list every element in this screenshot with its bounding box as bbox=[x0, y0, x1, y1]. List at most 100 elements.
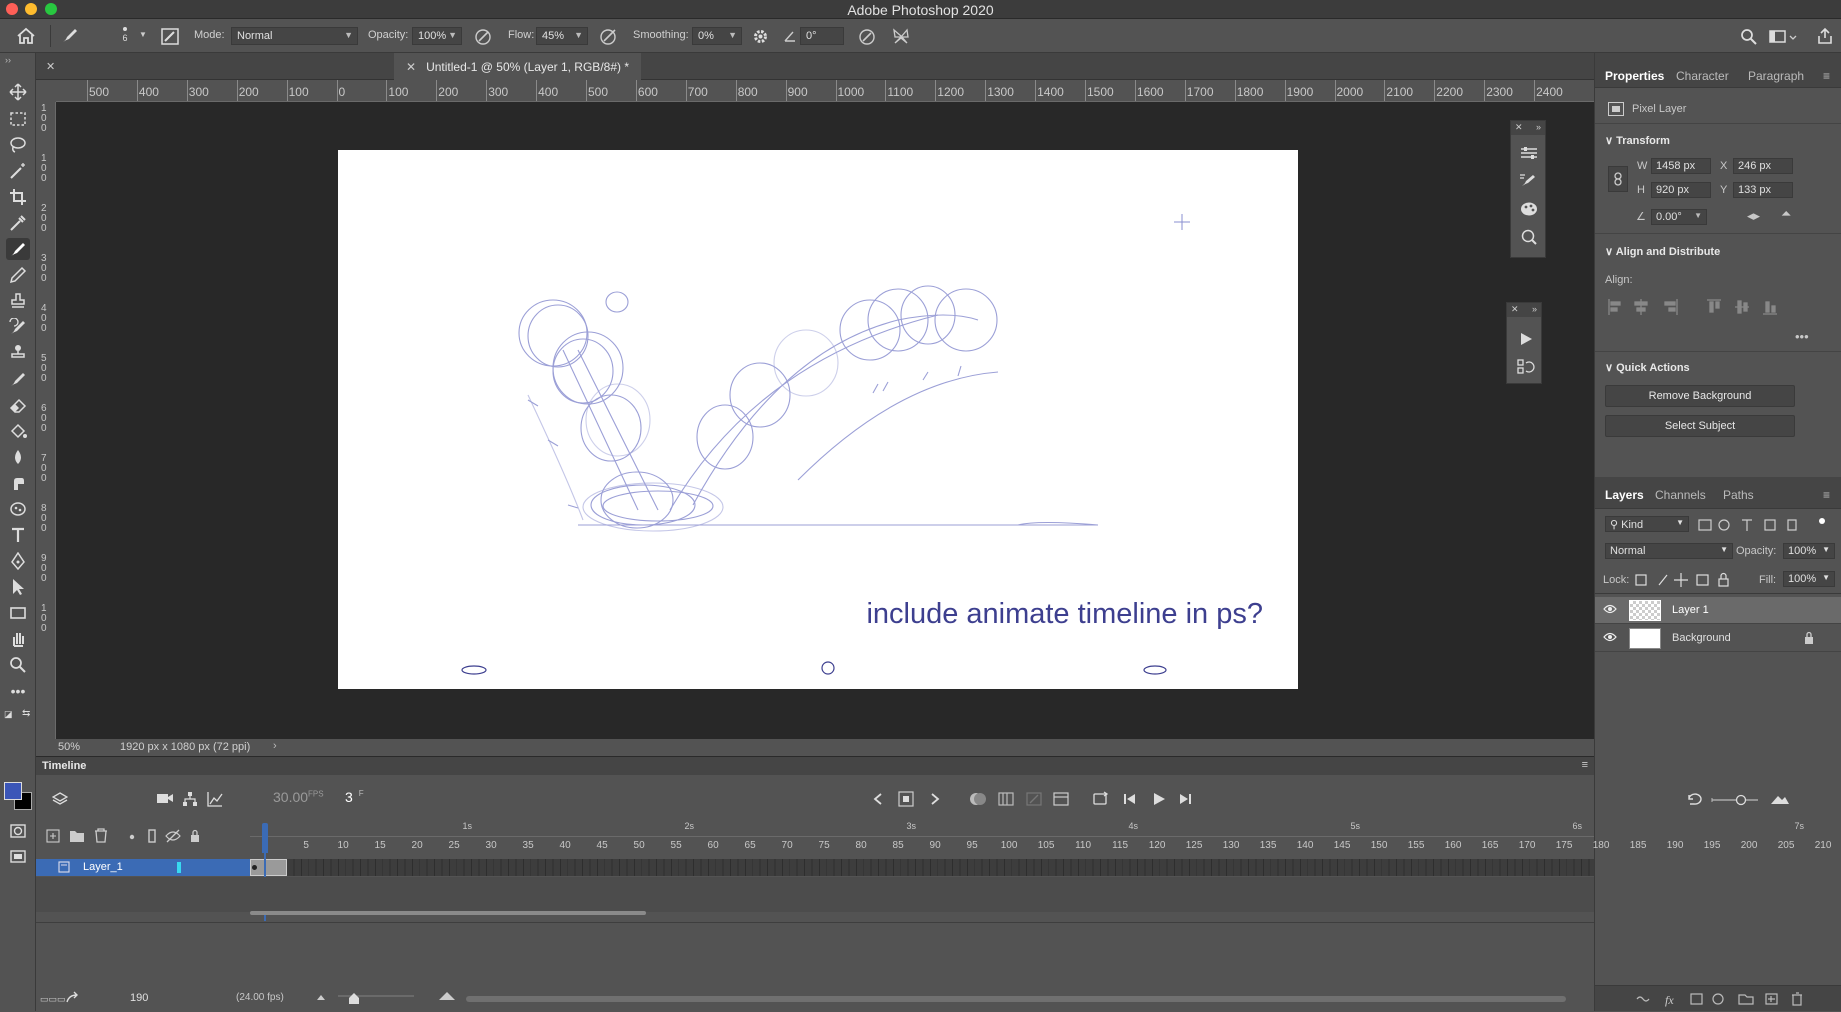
close-document-icon[interactable]: ✕ bbox=[406, 60, 416, 74]
history-icon[interactable] bbox=[1517, 359, 1535, 375]
new-layer-icon[interactable] bbox=[46, 829, 60, 843]
trash-icon[interactable] bbox=[94, 828, 108, 843]
fill-input[interactable]: 100% ▼ bbox=[1783, 571, 1835, 587]
y-input[interactable]: 133 px bbox=[1733, 182, 1793, 198]
type-tool-icon[interactable] bbox=[6, 524, 30, 546]
expand-panel-icon[interactable]: » bbox=[1532, 304, 1537, 314]
eraser-tool-icon[interactable] bbox=[6, 394, 30, 416]
layer-parenting-icon[interactable] bbox=[182, 791, 198, 807]
width-input[interactable]: 1458 px bbox=[1651, 158, 1711, 174]
more-tools-icon[interactable]: ••• bbox=[6, 680, 30, 702]
navigator-icon[interactable] bbox=[1519, 229, 1539, 245]
brush-tool-preset-icon[interactable] bbox=[60, 27, 80, 45]
layer-filter-kind-select[interactable]: ⚲ Kind ▼ bbox=[1605, 516, 1689, 532]
workspace-switcher-icon[interactable] bbox=[1769, 28, 1797, 45]
undo-icon[interactable] bbox=[1686, 792, 1702, 806]
document-canvas[interactable]: include animate timeline in ps? bbox=[338, 150, 1298, 689]
eyedropper-tool-icon[interactable] bbox=[6, 212, 30, 234]
layer-row-background[interactable]: Background bbox=[1595, 625, 1841, 652]
tab-paragraph[interactable]: Paragraph bbox=[1748, 69, 1804, 83]
canvas-area[interactable]: include animate timeline in ps? bbox=[56, 102, 1594, 739]
panel-menu-icon[interactable]: ≡ bbox=[1582, 759, 1588, 771]
smudge-tool-icon[interactable] bbox=[6, 472, 30, 494]
step-back-icon[interactable] bbox=[1123, 792, 1137, 806]
blend-mode-select[interactable]: Normal ▼ bbox=[1605, 543, 1733, 559]
stamp-tool-icon[interactable] bbox=[6, 342, 30, 364]
quick-actions-header[interactable]: ∨ Quick Actions bbox=[1605, 361, 1690, 374]
home-icon[interactable] bbox=[16, 27, 36, 45]
sponge-tool-icon[interactable] bbox=[6, 498, 30, 520]
rectangle-tool-icon[interactable] bbox=[6, 602, 30, 624]
onion-skin-multiple-icon[interactable] bbox=[998, 791, 1014, 807]
document-info[interactable]: 1920 px x 1080 px (72 ppi) bbox=[120, 741, 250, 753]
zoom-tool-icon[interactable] bbox=[6, 654, 30, 676]
x-input[interactable]: 246 px bbox=[1733, 158, 1793, 174]
smoothing-settings-gear-icon[interactable] bbox=[752, 28, 769, 45]
zoom-level[interactable]: 50% bbox=[58, 741, 80, 753]
zoom-in-icon[interactable] bbox=[438, 991, 456, 1001]
prev-keyframe-icon[interactable] bbox=[872, 792, 884, 806]
flow-input[interactable]: 45% ▼ bbox=[536, 27, 588, 45]
onion-skin-icon[interactable] bbox=[969, 791, 987, 807]
document-tab[interactable]: ✕ Untitled-1 @ 50% (Layer 1, RGB/8#) * bbox=[394, 53, 641, 80]
step-forward-icon[interactable] bbox=[1178, 792, 1192, 806]
close-panel-icon[interactable]: ✕ bbox=[46, 60, 55, 73]
brush-angle-input[interactable]: 0° bbox=[800, 27, 844, 45]
panel-menu-icon[interactable]: ≡ bbox=[1823, 488, 1830, 502]
select-subject-button[interactable]: Select Subject bbox=[1605, 415, 1795, 437]
zoom-out-icon[interactable] bbox=[316, 993, 326, 1001]
opacity-input[interactable]: 100% ▼ bbox=[412, 27, 462, 45]
lock-icon[interactable] bbox=[189, 829, 201, 843]
color-palette-icon[interactable] bbox=[1519, 201, 1539, 217]
brush-size-preview[interactable]: 6 bbox=[118, 25, 132, 43]
layer-name[interactable]: Layer 1 bbox=[1672, 604, 1709, 616]
timeline-layer-name[interactable]: Layer_1 bbox=[83, 861, 123, 873]
vertical-ruler[interactable]: 1 0 0 1 0 0 2 0 0 3 0 0 4 0 0 5 0 0 6 0 0 7 0 0… bbox=[36, 102, 56, 739]
mode-select[interactable]: Normal ▼ bbox=[231, 27, 358, 45]
symmetry-butterfly-icon[interactable] bbox=[892, 28, 910, 45]
layer-frames-track[interactable] bbox=[250, 859, 1594, 876]
camera-icon[interactable] bbox=[156, 791, 174, 805]
align-section-header[interactable]: ∨ Align and Distribute bbox=[1605, 245, 1720, 258]
layers-stack-icon[interactable] bbox=[52, 791, 68, 807]
move-tool-icon[interactable] bbox=[6, 81, 30, 103]
timeline-horizontal-scrollbar[interactable] bbox=[250, 911, 646, 915]
zoom-slider[interactable] bbox=[1711, 794, 1759, 806]
quick-mask-icon[interactable] bbox=[6, 820, 30, 842]
rotation-input[interactable]: 0.00° ▼ bbox=[1651, 209, 1707, 225]
next-keyframe-icon[interactable] bbox=[929, 792, 941, 806]
swap-colors-icon[interactable]: ⇆ bbox=[22, 708, 30, 719]
share-icon[interactable] bbox=[1817, 27, 1833, 45]
lock-options-icons[interactable] bbox=[1635, 572, 1735, 588]
crop-tool-icon[interactable] bbox=[6, 186, 30, 208]
path-selection-tool-icon[interactable] bbox=[6, 576, 30, 598]
pressure-size-icon[interactable] bbox=[858, 28, 876, 45]
lasso-tool-icon[interactable] bbox=[6, 134, 30, 156]
layer-opacity-input[interactable]: 100% ▼ bbox=[1783, 543, 1835, 559]
panel-menu-icon[interactable]: ≡ bbox=[1823, 69, 1830, 83]
outline-icon[interactable] bbox=[147, 829, 157, 843]
link-icon[interactable] bbox=[1608, 166, 1628, 192]
play-actions-icon[interactable] bbox=[1518, 331, 1534, 347]
hide-icon[interactable] bbox=[165, 829, 181, 843]
marquee-tool-icon[interactable] bbox=[6, 108, 30, 130]
chevron-right-icon[interactable]: › bbox=[273, 740, 277, 752]
search-icon[interactable] bbox=[1740, 28, 1757, 45]
mixer-brush-tool-icon[interactable] bbox=[6, 368, 30, 390]
transform-section-header[interactable]: ∨ Transform bbox=[1605, 134, 1670, 147]
magic-wand-tool-icon[interactable] bbox=[6, 160, 30, 182]
blur-tool-icon[interactable] bbox=[6, 446, 30, 468]
foreground-color-swatch[interactable] bbox=[4, 782, 22, 800]
flip-vertical-icon[interactable]: ⏶ bbox=[1781, 206, 1791, 222]
loop-icon[interactable] bbox=[1092, 791, 1110, 807]
tab-channels[interactable]: Channels bbox=[1655, 488, 1706, 502]
close-icon[interactable]: ✕ bbox=[1515, 122, 1523, 132]
folder-icon[interactable] bbox=[69, 829, 85, 843]
share-arrow-icon[interactable] bbox=[66, 991, 80, 1003]
zoom-in-mountain-icon[interactable] bbox=[1770, 793, 1790, 805]
expand-panel-icon[interactable]: » bbox=[1536, 122, 1541, 132]
layer-row-layer-1[interactable]: Layer 1 bbox=[1595, 597, 1841, 624]
chevron-down-icon[interactable]: ▼ bbox=[139, 30, 147, 39]
screen-mode-icon[interactable] bbox=[6, 846, 30, 868]
layer-name[interactable]: Background bbox=[1672, 632, 1731, 644]
